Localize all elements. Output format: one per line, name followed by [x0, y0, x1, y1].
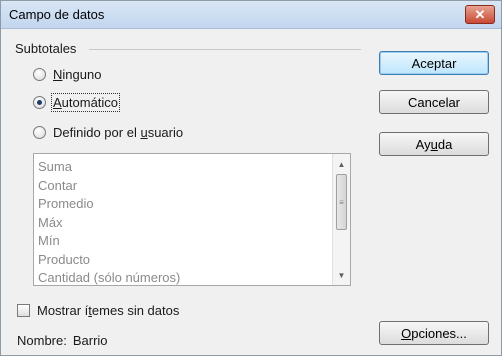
close-button[interactable]: ✕ — [465, 5, 495, 24]
scroll-up-button[interactable]: ▲ — [333, 156, 350, 172]
title-bar[interactable]: Campo de datos ✕ — [1, 1, 501, 29]
radio-user-defined-label: Definido por el usuario — [53, 125, 184, 140]
list-item[interactable]: Contar — [38, 177, 328, 196]
list-item[interactable]: Producto — [38, 251, 328, 270]
field-name-label: Nombre: — [17, 333, 67, 348]
functions-list: Suma Contar Promedio Máx Mín Producto Ca… — [38, 158, 328, 285]
radio-user-defined-control[interactable] — [33, 126, 46, 139]
show-empty-items-label: Mostrar ítemes sin datos — [37, 303, 180, 318]
scroll-up-icon: ▲ — [337, 159, 346, 169]
help-button[interactable]: Ayuda — [379, 132, 489, 156]
dialog-window: Campo de datos ✕ Subtotales Ninguno Auto… — [0, 0, 502, 356]
field-name-row: Nombre: Barrio — [17, 333, 108, 348]
list-item[interactable]: Máx — [38, 214, 328, 233]
show-empty-items-row[interactable]: Mostrar ítemes sin datos — [17, 303, 179, 318]
scroll-grip-icon: ≡ — [339, 197, 344, 207]
subtotals-group-label: Subtotales — [15, 41, 77, 56]
help-button-label: Ayuda — [415, 136, 453, 152]
list-item[interactable]: Suma — [38, 158, 328, 177]
options-button[interactable]: Opciones... — [379, 321, 489, 345]
field-name-value: Barrio — [72, 333, 108, 348]
show-empty-items-checkbox[interactable] — [17, 304, 30, 317]
ok-button-label: Aceptar — [411, 55, 457, 71]
radio-automatic-control[interactable] — [33, 96, 46, 109]
radio-automatic[interactable]: Automático — [33, 93, 121, 112]
list-item[interactable]: Mín — [38, 232, 328, 251]
cancel-button-label: Cancelar — [407, 94, 461, 110]
window-title: Campo de datos — [9, 7, 105, 22]
radio-user-defined[interactable]: Definido por el usuario — [33, 125, 183, 140]
cancel-button[interactable]: Cancelar — [379, 90, 489, 114]
functions-listbox[interactable]: Suma Contar Promedio Máx Mín Producto Ca… — [33, 153, 351, 286]
scroll-down-button[interactable]: ▼ — [333, 267, 350, 283]
radio-none[interactable]: Ninguno — [33, 67, 101, 82]
radio-none-control[interactable] — [33, 68, 46, 81]
list-item[interactable]: Cantidad (sólo números) — [38, 269, 328, 285]
radio-none-label: Ninguno — [53, 67, 102, 82]
list-scrollbar[interactable]: ▲ ≡ ▼ — [332, 154, 350, 285]
list-item[interactable]: Promedio — [38, 195, 328, 214]
scroll-down-icon: ▼ — [337, 270, 346, 280]
options-button-label: Opciones... — [401, 325, 467, 341]
close-icon: ✕ — [474, 6, 486, 22]
radio-automatic-label: Automático — [50, 93, 121, 112]
scroll-thumb[interactable]: ≡ — [336, 174, 347, 230]
ok-button[interactable]: Aceptar — [379, 51, 489, 75]
group-divider — [89, 49, 361, 50]
